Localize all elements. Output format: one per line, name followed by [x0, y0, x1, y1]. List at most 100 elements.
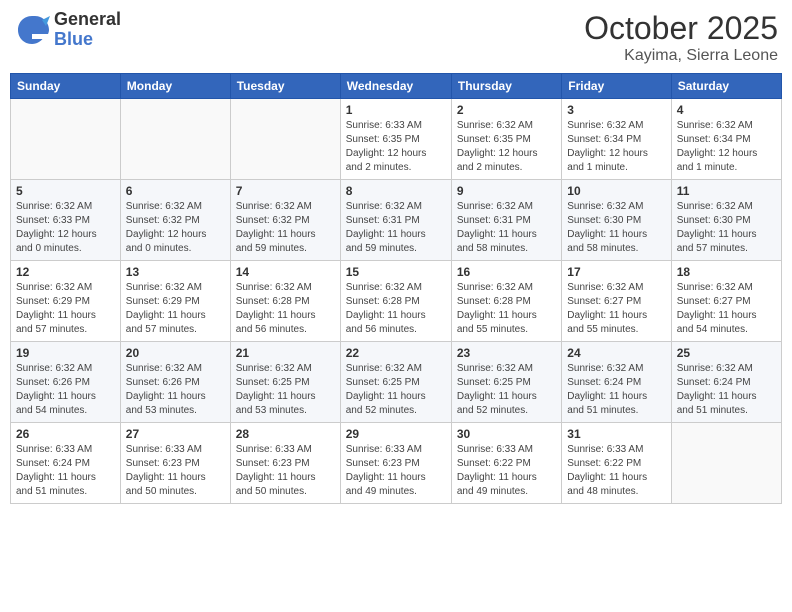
calendar-table: SundayMondayTuesdayWednesdayThursdayFrid…: [10, 73, 782, 504]
calendar-cell: 7 Sunrise: 6:32 AM Sunset: 6:32 PM Daylig…: [230, 180, 340, 261]
calendar-cell: 19 Sunrise: 6:32 AM Sunset: 6:26 PM Dayli…: [11, 342, 121, 423]
calendar-cell: 10Sunrise: 6:32 AM Sunset: 6:30 PM Dayli…: [562, 180, 671, 261]
day-info: Sunrise: 6:33 AM Sunset: 6:23 PM Dayligh…: [126, 443, 225, 499]
day-info: Sunrise: 6:32 AM Sunset: 6:31 PM Dayligh…: [346, 200, 446, 256]
weekday-header-tuesday: Tuesday: [230, 74, 340, 99]
calendar-cell: 15 Sunrise: 6:32 AM Sunset: 6:28 PM Dayli…: [340, 261, 451, 342]
weekday-header-monday: Monday: [120, 74, 230, 99]
day-info: Sunrise: 6:32 AM Sunset: 6:35 PM Dayligh…: [457, 119, 556, 175]
day-info: Sunrise: 6:32 AM Sunset: 6:31 PM Dayligh…: [457, 200, 556, 256]
day-number: 26: [16, 427, 115, 441]
day-number: 31: [567, 427, 665, 441]
day-info: Sunrise: 6:32 AM Sunset: 6:26 PM Dayligh…: [126, 362, 225, 418]
calendar-cell: 4Sunrise: 6:32 AM Sunset: 6:34 PM Daylig…: [671, 99, 781, 180]
day-number: 11: [677, 184, 776, 198]
day-info: Sunrise: 6:32 AM Sunset: 6:26 PM Dayligh…: [16, 362, 115, 418]
day-info: Sunrise: 6:32 AM Sunset: 6:28 PM Dayligh…: [346, 281, 446, 337]
calendar-cell: 3 Sunrise: 6:32 AM Sunset: 6:34 PM Daylig…: [562, 99, 671, 180]
day-number: 1: [346, 103, 446, 117]
calendar-cell: 16 Sunrise: 6:32 AM Sunset: 6:28 PM Dayli…: [451, 261, 561, 342]
day-info: Sunrise: 6:32 AM Sunset: 6:27 PM Dayligh…: [677, 281, 776, 337]
day-info: Sunrise: 6:32 AM Sunset: 6:24 PM Dayligh…: [677, 362, 776, 418]
weekday-header-wednesday: Wednesday: [340, 74, 451, 99]
day-number: 18: [677, 265, 776, 279]
day-info: Sunrise: 6:33 AM Sunset: 6:22 PM Dayligh…: [457, 443, 556, 499]
day-info: Sunrise: 6:32 AM Sunset: 6:24 PM Dayligh…: [567, 362, 665, 418]
calendar-cell: 23Sunrise: 6:32 AM Sunset: 6:25 PM Dayli…: [451, 342, 561, 423]
day-number: 17: [567, 265, 665, 279]
day-number: 5: [16, 184, 115, 198]
calendar-week-4: 26 Sunrise: 6:33 AM Sunset: 6:24 PM Dayli…: [11, 423, 782, 504]
calendar-cell: 1 Sunrise: 6:33 AM Sunset: 6:35 PM Daylig…: [340, 99, 451, 180]
day-number: 19: [16, 346, 115, 360]
day-number: 6: [126, 184, 225, 198]
calendar-cell: 12Sunrise: 6:32 AM Sunset: 6:29 PM Dayli…: [11, 261, 121, 342]
calendar-week-2: 12Sunrise: 6:32 AM Sunset: 6:29 PM Dayli…: [11, 261, 782, 342]
day-info: Sunrise: 6:32 AM Sunset: 6:27 PM Dayligh…: [567, 281, 665, 337]
calendar-cell: 31 Sunrise: 6:33 AM Sunset: 6:22 PM Dayli…: [562, 423, 671, 504]
day-number: 7: [236, 184, 335, 198]
weekday-header-thursday: Thursday: [451, 74, 561, 99]
calendar-cell: 6 Sunrise: 6:32 AM Sunset: 6:32 PM Daylig…: [120, 180, 230, 261]
calendar-cell: 25Sunrise: 6:32 AM Sunset: 6:24 PM Dayli…: [671, 342, 781, 423]
calendar-cell: 2 Sunrise: 6:32 AM Sunset: 6:35 PM Daylig…: [451, 99, 561, 180]
calendar-cell: 8 Sunrise: 6:32 AM Sunset: 6:31 PM Daylig…: [340, 180, 451, 261]
page-header: General Blue October 2025 Kayima, Sierra…: [10, 10, 782, 65]
day-info: Sunrise: 6:32 AM Sunset: 6:28 PM Dayligh…: [457, 281, 556, 337]
day-info: Sunrise: 6:32 AM Sunset: 6:34 PM Dayligh…: [567, 119, 665, 175]
calendar-cell: 20Sunrise: 6:32 AM Sunset: 6:26 PM Dayli…: [120, 342, 230, 423]
calendar-cell: 30 Sunrise: 6:33 AM Sunset: 6:22 PM Dayli…: [451, 423, 561, 504]
day-number: 9: [457, 184, 556, 198]
day-info: Sunrise: 6:32 AM Sunset: 6:32 PM Dayligh…: [126, 200, 225, 256]
day-number: 13: [126, 265, 225, 279]
logo: General Blue: [14, 10, 121, 50]
day-info: Sunrise: 6:32 AM Sunset: 6:30 PM Dayligh…: [677, 200, 776, 256]
day-info: Sunrise: 6:32 AM Sunset: 6:33 PM Dayligh…: [16, 200, 115, 256]
day-info: Sunrise: 6:33 AM Sunset: 6:24 PM Dayligh…: [16, 443, 115, 499]
day-number: 30: [457, 427, 556, 441]
calendar-cell: [671, 423, 781, 504]
calendar-cell: [120, 99, 230, 180]
day-number: 4: [677, 103, 776, 117]
day-number: 3: [567, 103, 665, 117]
calendar-cell: 17 Sunrise: 6:32 AM Sunset: 6:27 PM Dayli…: [562, 261, 671, 342]
calendar-cell: 24Sunrise: 6:32 AM Sunset: 6:24 PM Dayli…: [562, 342, 671, 423]
weekday-header-row: SundayMondayTuesdayWednesdayThursdayFrid…: [11, 74, 782, 99]
weekday-header-saturday: Saturday: [671, 74, 781, 99]
day-info: Sunrise: 6:32 AM Sunset: 6:32 PM Dayligh…: [236, 200, 335, 256]
day-number: 29: [346, 427, 446, 441]
day-info: Sunrise: 6:33 AM Sunset: 6:23 PM Dayligh…: [236, 443, 335, 499]
weekday-header-friday: Friday: [562, 74, 671, 99]
day-info: Sunrise: 6:33 AM Sunset: 6:35 PM Dayligh…: [346, 119, 446, 175]
day-number: 21: [236, 346, 335, 360]
calendar-cell: 13 Sunrise: 6:32 AM Sunset: 6:29 PM Dayli…: [120, 261, 230, 342]
calendar-cell: 26 Sunrise: 6:33 AM Sunset: 6:24 PM Dayli…: [11, 423, 121, 504]
day-info: Sunrise: 6:32 AM Sunset: 6:25 PM Dayligh…: [457, 362, 556, 418]
day-info: Sunrise: 6:32 AM Sunset: 6:29 PM Dayligh…: [16, 281, 115, 337]
calendar-cell: 29Sunrise: 6:33 AM Sunset: 6:23 PM Dayli…: [340, 423, 451, 504]
day-number: 8: [346, 184, 446, 198]
month-title: October 2025: [584, 10, 778, 47]
day-info: Sunrise: 6:32 AM Sunset: 6:25 PM Dayligh…: [346, 362, 446, 418]
calendar-week-0: 1 Sunrise: 6:33 AM Sunset: 6:35 PM Daylig…: [11, 99, 782, 180]
calendar-cell: 18 Sunrise: 6:32 AM Sunset: 6:27 PM Dayli…: [671, 261, 781, 342]
day-number: 10: [567, 184, 665, 198]
day-number: 27: [126, 427, 225, 441]
title-block: October 2025 Kayima, Sierra Leone: [584, 10, 778, 65]
calendar-cell: 28 Sunrise: 6:33 AM Sunset: 6:23 PM Dayli…: [230, 423, 340, 504]
calendar-cell: 27 Sunrise: 6:33 AM Sunset: 6:23 PM Dayli…: [120, 423, 230, 504]
calendar-week-3: 19 Sunrise: 6:32 AM Sunset: 6:26 PM Dayli…: [11, 342, 782, 423]
day-number: 15: [346, 265, 446, 279]
day-number: 28: [236, 427, 335, 441]
day-info: Sunrise: 6:33 AM Sunset: 6:22 PM Dayligh…: [567, 443, 665, 499]
calendar-cell: 5 Sunrise: 6:32 AM Sunset: 6:33 PM Daylig…: [11, 180, 121, 261]
day-number: 16: [457, 265, 556, 279]
location-title: Kayima, Sierra Leone: [584, 47, 778, 65]
day-number: 14: [236, 265, 335, 279]
calendar-cell: 11 Sunrise: 6:32 AM Sunset: 6:30 PM Dayli…: [671, 180, 781, 261]
calendar-cell: 22Sunrise: 6:32 AM Sunset: 6:25 PM Dayli…: [340, 342, 451, 423]
weekday-header-sunday: Sunday: [11, 74, 121, 99]
day-number: 2: [457, 103, 556, 117]
day-info: Sunrise: 6:32 AM Sunset: 6:29 PM Dayligh…: [126, 281, 225, 337]
calendar-cell: 9 Sunrise: 6:32 AM Sunset: 6:31 PM Daylig…: [451, 180, 561, 261]
